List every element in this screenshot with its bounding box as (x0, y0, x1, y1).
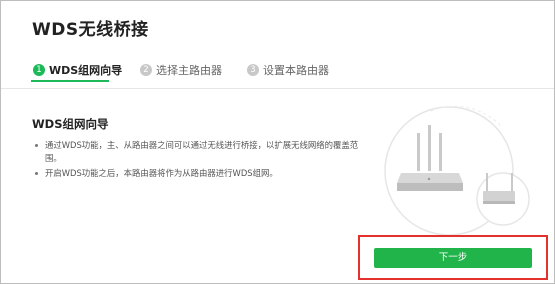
step-number-badge: 2 (140, 64, 152, 76)
step-label: WDS组网向导 (49, 64, 123, 77)
step-number-badge: 1 (33, 64, 45, 76)
steps-divider (1, 88, 554, 89)
router-bridge-icon (371, 101, 555, 241)
step-select-main-router: 2 选择主路由器 (140, 62, 222, 78)
step-label: 设置本路由器 (263, 64, 329, 77)
list-item: 开启WDS功能之后，本路由器将作为从路由器进行WDS组网。 (35, 167, 365, 180)
step-number-badge: 3 (247, 64, 259, 76)
section-title: WDS组网向导 (32, 117, 109, 131)
step-label: 选择主路由器 (156, 64, 222, 77)
active-step-underline (31, 80, 109, 82)
page-title: WDS无线桥接 (32, 20, 149, 40)
step-wds-wizard: 1 WDS组网向导 (33, 62, 122, 78)
next-button[interactable]: 下一步 (374, 248, 532, 268)
wds-wizard-panel: WDS无线桥接 1 WDS组网向导 2 选择主路由器 3 设置本路由器 WDS组… (0, 0, 555, 284)
description-list: 通过WDS功能，主、从路由器之间可以通过无线进行桥接，以扩展无线网络的覆盖范围。… (35, 139, 365, 182)
list-item: 通过WDS功能，主、从路由器之间可以通过无线进行桥接，以扩展无线网络的覆盖范围。 (35, 139, 365, 165)
step-configure-this-router: 3 设置本路由器 (247, 62, 329, 78)
